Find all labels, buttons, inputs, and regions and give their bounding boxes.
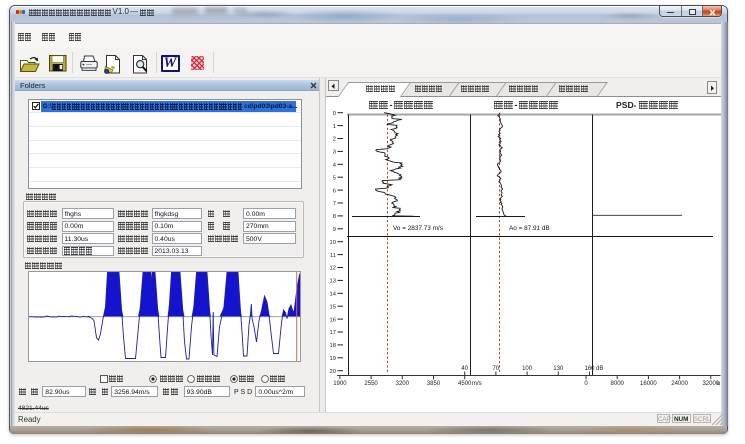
svg-text:20: 20: [330, 369, 336, 375]
svg-text:160: 160: [584, 366, 595, 372]
svg-text:24000: 24000: [671, 381, 688, 387]
svg-text:0: 0: [333, 111, 336, 117]
svg-text:17: 17: [330, 330, 336, 336]
svg-text:3200: 3200: [396, 381, 410, 387]
svg-text:16000: 16000: [640, 381, 657, 387]
svg-text:15: 15: [330, 304, 336, 310]
svg-text:8: 8: [333, 214, 336, 220]
svg-text:Vo = 2837.73 m/s: Vo = 2837.73 m/s: [393, 225, 443, 232]
svg-text:m/s: m/s: [472, 381, 482, 387]
svg-text:18: 18: [330, 343, 336, 349]
svg-text:4: 4: [333, 163, 337, 169]
svg-text:2550: 2550: [364, 381, 378, 387]
svg-text:1900: 1900: [333, 381, 347, 387]
svg-text:3: 3: [333, 150, 336, 156]
svg-text:2: 2: [333, 137, 336, 143]
svg-text:11: 11: [330, 253, 336, 259]
svg-text:40: 40: [461, 366, 468, 372]
svg-text:6: 6: [333, 188, 336, 194]
svg-text:10: 10: [330, 240, 336, 246]
svg-text:14: 14: [330, 292, 337, 298]
svg-text:1: 1: [333, 124, 336, 130]
svg-text:100: 100: [522, 366, 533, 372]
svg-text:u: u: [717, 381, 720, 387]
svg-text:8000: 8000: [611, 381, 625, 387]
svg-text:Ao = 87.91 dB: Ao = 87.91 dB: [509, 225, 550, 232]
svg-text:4500: 4500: [458, 381, 472, 387]
svg-text:70: 70: [493, 366, 500, 372]
svg-text:9: 9: [333, 227, 336, 233]
svg-text:16: 16: [330, 317, 336, 323]
svg-text:dB: dB: [596, 366, 603, 372]
svg-text:19: 19: [330, 356, 336, 362]
svg-text:0: 0: [584, 381, 588, 387]
svg-text:12: 12: [330, 266, 336, 272]
svg-text:7: 7: [333, 201, 336, 207]
svg-text:130: 130: [553, 366, 564, 372]
svg-text:13: 13: [330, 279, 336, 285]
svg-text:3850: 3850: [427, 381, 441, 387]
svg-text:5: 5: [333, 175, 336, 181]
